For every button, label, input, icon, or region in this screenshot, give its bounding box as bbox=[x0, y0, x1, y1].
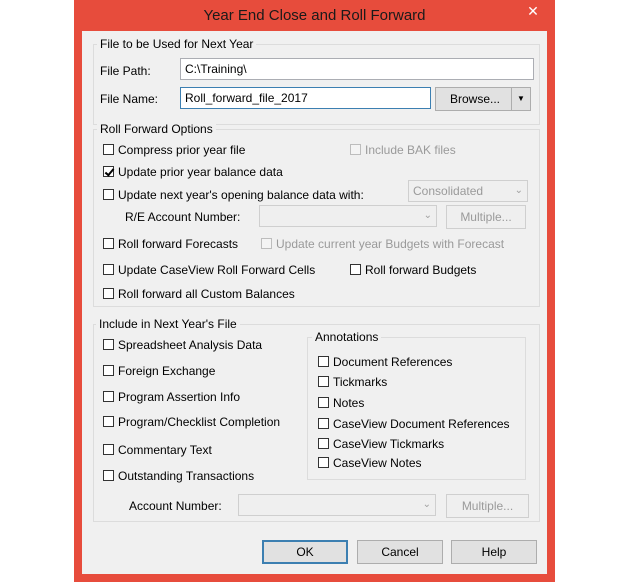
roll-budgets-checkbox[interactable] bbox=[350, 264, 361, 275]
chevron-down-icon: ⌄ bbox=[514, 185, 523, 196]
annotation-checkbox[interactable] bbox=[318, 397, 329, 408]
account-multiple-label: Multiple... bbox=[461, 499, 514, 513]
roll-forecasts-checkbox[interactable] bbox=[103, 238, 114, 249]
annotation-label: CaseView Tickmarks bbox=[333, 437, 445, 451]
dialog-client-area: File to be Used for Next Year File Path:… bbox=[82, 31, 547, 574]
close-icon[interactable]: ✕ bbox=[511, 0, 555, 22]
file-group bbox=[93, 44, 540, 125]
annotation-checkbox[interactable] bbox=[318, 418, 329, 429]
include-item-checkbox[interactable] bbox=[103, 444, 114, 455]
file-name-label: File Name: bbox=[100, 92, 159, 106]
file-name-input[interactable]: Roll_forward_file_2017 bbox=[180, 87, 431, 109]
roll-budgets-label: Roll forward Budgets bbox=[365, 263, 477, 277]
update-prior-year-balance-checkbox[interactable] bbox=[103, 166, 114, 177]
update-budgets-with-forecast-checkbox[interactable] bbox=[261, 238, 272, 249]
chevron-down-icon: ⌄ bbox=[422, 499, 431, 510]
include-item-label: Spreadsheet Analysis Data bbox=[118, 338, 263, 352]
annotation-label: Document References bbox=[333, 355, 453, 369]
annotation-label: Tickmarks bbox=[333, 375, 388, 389]
chevron-down-icon: ▼ bbox=[517, 94, 525, 103]
compress-prior-year-label: Compress prior year file bbox=[118, 143, 246, 157]
include-group-label: Include in Next Year's File bbox=[96, 317, 240, 331]
include-bak-checkbox[interactable] bbox=[350, 144, 361, 155]
account-multiple-button[interactable]: Multiple... bbox=[446, 494, 529, 518]
ok-button[interactable]: OK bbox=[262, 540, 348, 564]
file-path-input[interactable]: C:\Training\ bbox=[180, 58, 534, 80]
chevron-down-icon: ⌄ bbox=[423, 210, 432, 221]
update-prior-year-balance-label: Update prior year balance data bbox=[118, 165, 283, 179]
dialog-window: Year End Close and Roll Forward ✕ File t… bbox=[74, 0, 555, 582]
compress-prior-year-checkbox[interactable] bbox=[103, 144, 114, 155]
annotation-checkbox[interactable] bbox=[318, 438, 329, 449]
include-item-checkbox[interactable] bbox=[103, 365, 114, 376]
opening-source-value: Consolidated bbox=[413, 184, 484, 198]
re-account-label: R/E Account Number: bbox=[125, 210, 241, 224]
include-item-label: Commentary Text bbox=[118, 443, 212, 457]
update-next-year-opening-checkbox[interactable] bbox=[103, 189, 114, 200]
update-caseview-cells-label: Update CaseView Roll Forward Cells bbox=[118, 263, 316, 277]
re-multiple-label: Multiple... bbox=[460, 210, 512, 224]
update-next-year-opening-label: Update next year's opening balance data … bbox=[118, 188, 364, 202]
opening-source-select[interactable]: Consolidated ⌄ bbox=[408, 180, 528, 202]
re-account-select[interactable]: ⌄ bbox=[259, 205, 437, 227]
roll-forward-options-label: Roll Forward Options bbox=[97, 122, 216, 136]
browse-dropdown-button[interactable]: ▼ bbox=[511, 87, 531, 111]
browse-button-label: Browse... bbox=[449, 92, 500, 106]
help-button-label: Help bbox=[481, 545, 507, 559]
account-number-label: Account Number: bbox=[129, 499, 222, 513]
update-caseview-cells-checkbox[interactable] bbox=[103, 264, 114, 275]
include-item-checkbox[interactable] bbox=[103, 339, 114, 350]
account-number-select[interactable]: ⌄ bbox=[238, 494, 436, 516]
help-button[interactable]: Help bbox=[451, 540, 537, 564]
cancel-button-label: Cancel bbox=[381, 545, 419, 559]
title-bar[interactable]: Year End Close and Roll Forward ✕ bbox=[74, 0, 555, 31]
ok-button-label: OK bbox=[296, 545, 314, 559]
roll-forecasts-label: Roll forward Forecasts bbox=[118, 237, 239, 251]
file-path-label: File Path: bbox=[100, 64, 151, 78]
include-item-label: Program/Checklist Completion bbox=[118, 415, 281, 429]
annotation-checkbox[interactable] bbox=[318, 457, 329, 468]
file-group-label: File to be Used for Next Year bbox=[97, 37, 257, 51]
dialog-title: Year End Close and Roll Forward bbox=[203, 7, 426, 24]
cancel-button[interactable]: Cancel bbox=[357, 540, 443, 564]
update-budgets-with-forecast-label: Update current year Budgets with Forecas… bbox=[276, 237, 505, 251]
annotation-label: CaseView Notes bbox=[333, 456, 422, 470]
include-item-checkbox[interactable] bbox=[103, 391, 114, 402]
include-item-label: Outstanding Transactions bbox=[118, 469, 255, 483]
annotations-label: Annotations bbox=[312, 330, 382, 344]
roll-custom-balances-label: Roll forward all Custom Balances bbox=[118, 287, 295, 301]
annotation-checkbox[interactable] bbox=[318, 376, 329, 387]
include-item-label: Program Assertion Info bbox=[118, 390, 241, 404]
annotation-label: CaseView Document References bbox=[333, 417, 510, 431]
browse-button[interactable]: Browse... bbox=[435, 87, 515, 111]
roll-custom-balances-checkbox[interactable] bbox=[103, 288, 114, 299]
include-bak-label: Include BAK files bbox=[365, 143, 456, 157]
include-item-checkbox[interactable] bbox=[103, 416, 114, 427]
re-multiple-button[interactable]: Multiple... bbox=[446, 205, 526, 229]
include-item-label: Foreign Exchange bbox=[118, 364, 216, 378]
annotation-checkbox[interactable] bbox=[318, 356, 329, 367]
annotation-label: Notes bbox=[333, 396, 365, 410]
include-item-checkbox[interactable] bbox=[103, 470, 114, 481]
